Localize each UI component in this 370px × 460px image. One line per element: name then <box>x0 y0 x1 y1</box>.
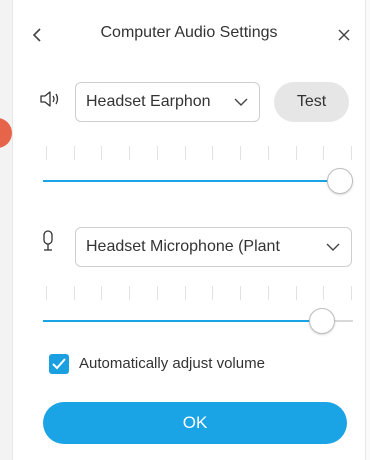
ok-button[interactable]: OK <box>43 402 347 444</box>
level-tick <box>212 286 214 300</box>
level-tick <box>323 286 325 300</box>
chevron-down-icon <box>234 98 248 106</box>
level-tick <box>267 286 269 300</box>
level-tick <box>240 146 242 160</box>
microphone-icon <box>43 230 53 251</box>
level-tick <box>351 146 352 160</box>
checkmark-icon <box>52 358 66 370</box>
level-tick <box>73 146 75 160</box>
level-tick <box>73 286 75 300</box>
slider-thumb[interactable] <box>327 168 353 194</box>
speaker-device-select[interactable]: Headset Earphon <box>75 82 260 122</box>
speaker-level-meter <box>46 146 352 160</box>
level-tick <box>101 286 103 300</box>
auto-adjust-label: Automatically adjust volume <box>79 355 265 372</box>
microphone-device-value: Headset Microphone (Plant <box>86 238 280 255</box>
level-tick <box>156 286 158 300</box>
test-speaker-button[interactable]: Test <box>274 82 349 122</box>
audio-settings-panel: Computer Audio Settings Headset Earphon … <box>12 0 366 460</box>
speaker-device-value: Headset Earphon <box>86 93 211 110</box>
microphone-device-select[interactable]: Headset Microphone (Plant <box>75 227 352 267</box>
stage: Computer Audio Settings Headset Earphon … <box>0 0 370 460</box>
level-tick <box>295 146 297 160</box>
level-tick <box>46 146 47 160</box>
chevron-down-icon <box>326 243 340 251</box>
slider-thumb[interactable] <box>309 308 335 334</box>
level-tick <box>267 146 269 160</box>
auto-adjust-checkbox[interactable] <box>49 354 69 374</box>
speaker-icon <box>40 91 59 107</box>
level-tick <box>323 146 325 160</box>
slider-fill <box>43 320 322 322</box>
page-title: Computer Audio Settings <box>100 24 278 41</box>
background-edge-left <box>0 0 12 460</box>
speaker-volume-slider[interactable] <box>43 166 353 196</box>
level-tick <box>240 286 242 300</box>
microphone-level-meter <box>46 286 352 300</box>
level-tick <box>156 146 158 160</box>
level-tick <box>46 286 47 300</box>
level-tick <box>129 286 131 300</box>
level-tick <box>351 286 352 300</box>
close-icon[interactable] <box>337 28 351 42</box>
microphone-volume-slider[interactable] <box>43 306 353 336</box>
level-tick <box>184 286 186 300</box>
slider-fill <box>43 180 340 182</box>
level-tick <box>184 146 186 160</box>
level-tick <box>101 146 103 160</box>
level-tick <box>129 146 131 160</box>
header: Computer Audio Settings <box>13 22 365 50</box>
level-tick <box>295 286 297 300</box>
level-tick <box>212 146 214 160</box>
